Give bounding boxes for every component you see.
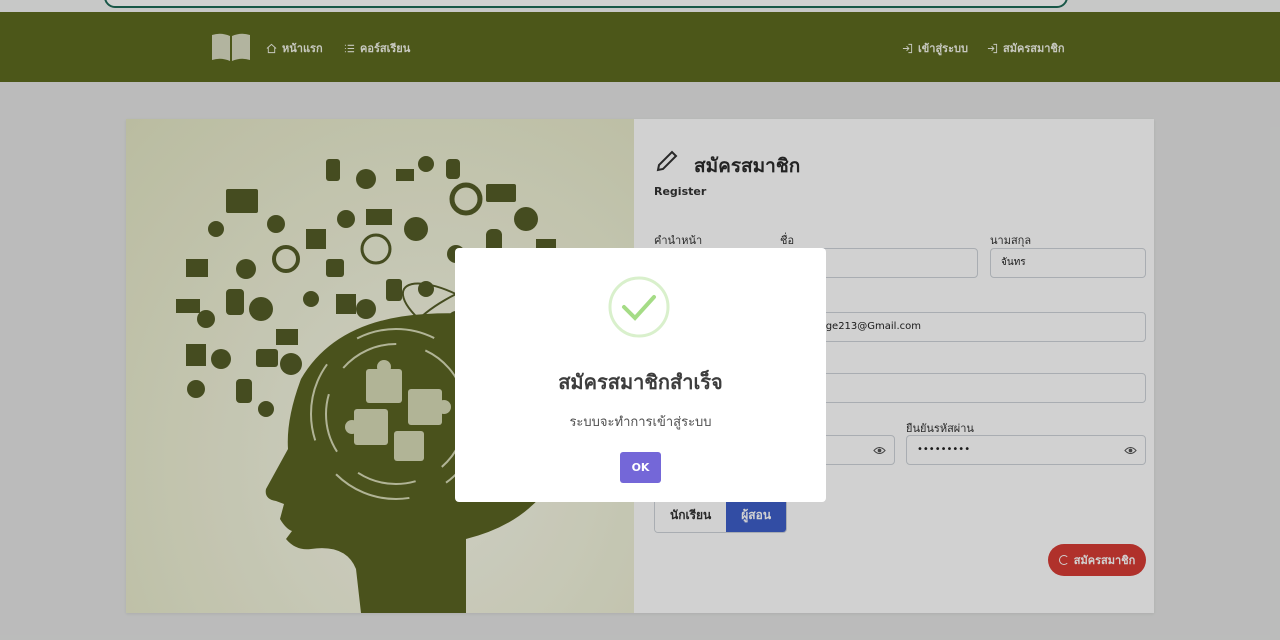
success-modal: สมัครสมาชิกสำเร็จ ระบบจะทำการเข้าสู่ระบบ… (455, 248, 826, 502)
success-check-icon (608, 276, 670, 338)
modal-title: สมัครสมาชิกสำเร็จ (558, 370, 723, 394)
modal-message: ระบบจะทำการเข้าสู่ระบบ (569, 415, 712, 430)
ok-button[interactable]: OK (620, 452, 661, 483)
